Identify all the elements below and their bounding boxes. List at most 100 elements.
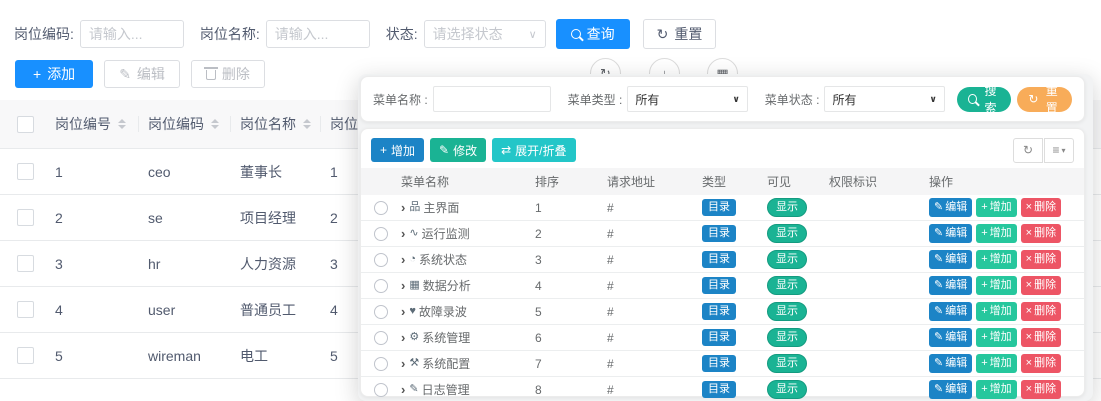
menu-name-cell: 日志管理 <box>422 381 470 398</box>
row-add-button[interactable]: + 增加 <box>976 198 1016 216</box>
config-icon: ⚒ <box>409 358 419 369</box>
menu-name-input[interactable] <box>433 86 551 112</box>
header-post-id[interactable]: 岗位编号 <box>45 100 138 148</box>
table-columns-button[interactable]: ≡ ▾ <box>1044 138 1074 163</box>
row-checkbox[interactable] <box>17 301 34 318</box>
row-radio[interactable] <box>374 331 388 345</box>
post-name-input[interactable] <box>266 20 370 48</box>
menu-table-row: › ∿ 运行监测 2 # 目录 显示 ✎ <box>361 221 1084 247</box>
tree-expand-icon[interactable]: › <box>401 357 405 370</box>
row-checkbox[interactable] <box>17 255 34 272</box>
search-button[interactable]: 查询 <box>556 19 630 49</box>
row-radio[interactable] <box>374 383 388 397</box>
menu-status-select[interactable]: 所有 ∨ <box>824 86 944 112</box>
menu-reset-button[interactable]: ↻ 重置 <box>1017 87 1072 112</box>
row-checkbox[interactable] <box>17 209 34 226</box>
row-add-button[interactable]: + 增加 <box>976 380 1016 398</box>
row-add-button[interactable]: + 增加 <box>976 354 1016 372</box>
row-edit-button[interactable]: ✎ 编辑 <box>929 380 972 398</box>
menu-type-select[interactable]: 所有 ∨ <box>627 86 747 112</box>
sort-icon[interactable] <box>211 119 219 129</box>
row-radio[interactable] <box>374 357 388 371</box>
url-cell: # <box>601 227 696 241</box>
post-name-cell: 项目经理 <box>230 208 320 228</box>
pencil-icon: ✎ <box>119 67 131 81</box>
tree-expand-icon[interactable]: › <box>401 305 405 318</box>
tree-expand-icon[interactable]: › <box>401 201 405 214</box>
edit-button[interactable]: ✎ 编辑 <box>104 60 180 88</box>
posts-action-bar: + 添加 ✎ 编辑 删除 <box>15 60 265 88</box>
row-edit-button[interactable]: ✎ 编辑 <box>929 302 972 320</box>
row-delete-button[interactable]: × 删除 <box>1021 354 1061 372</box>
order-cell: 6 <box>529 331 601 345</box>
row-edit-button[interactable]: ✎ 编辑 <box>929 224 972 242</box>
row-add-button[interactable]: + 增加 <box>976 276 1016 294</box>
add-button-label: 添加 <box>47 64 75 84</box>
sort-icon[interactable] <box>303 119 311 129</box>
row-edit-button[interactable]: ✎ 编辑 <box>929 328 972 346</box>
cross-icon: × <box>1026 304 1032 318</box>
status-select[interactable]: 请选择状态 ∨ <box>424 20 546 48</box>
row-checkbox[interactable] <box>17 347 34 364</box>
tree-expand-icon[interactable]: › <box>401 227 405 240</box>
row-add-button[interactable]: + 增加 <box>976 224 1016 242</box>
reset-button[interactable]: ↻ 重置 <box>643 19 717 49</box>
post-name-cell: 电工 <box>230 346 320 366</box>
menu-modify-button[interactable]: ✎ 修改 <box>430 138 486 162</box>
post-id-cell: 5 <box>45 348 138 364</box>
row-edit-button[interactable]: ✎ 编辑 <box>929 198 972 216</box>
type-badge: 目录 <box>702 303 736 320</box>
row-radio[interactable] <box>374 253 388 267</box>
row-delete-button[interactable]: × 删除 <box>1021 328 1061 346</box>
url-cell: # <box>601 331 696 345</box>
chevron-down-icon: ∨ <box>529 28 537 41</box>
row-radio[interactable] <box>374 305 388 319</box>
menu-table-row: › 品 主界面 1 # 目录 显示 ✎ <box>361 195 1084 221</box>
row-delete-button[interactable]: × 删除 <box>1021 302 1061 320</box>
plus-icon: + <box>981 278 987 292</box>
header-post-code[interactable]: 岗位编码 <box>138 100 230 148</box>
list-icon: ≡ <box>1052 143 1059 157</box>
row-add-button[interactable]: + 增加 <box>976 328 1016 346</box>
row-edit-button[interactable]: ✎ 编辑 <box>929 354 972 372</box>
menu-add-button[interactable]: + 增加 <box>371 138 424 162</box>
expand-collapse-label: 展开/折叠 <box>515 142 566 159</box>
tree-expand-icon[interactable]: › <box>401 331 405 344</box>
type-badge: 目录 <box>702 277 736 294</box>
tree-expand-icon[interactable]: › <box>401 279 405 292</box>
header-post-name[interactable]: 岗位名称 <box>230 100 320 148</box>
menu-search-button[interactable]: 搜索 <box>957 87 1012 112</box>
row-radio[interactable] <box>374 201 388 215</box>
pencil-icon: ✎ <box>934 252 943 266</box>
tree-expand-icon[interactable]: › <box>401 253 405 266</box>
row-edit-button[interactable]: ✎ 编辑 <box>929 250 972 268</box>
tree-expand-icon[interactable]: › <box>401 383 405 396</box>
row-add-button[interactable]: + 增加 <box>976 250 1016 268</box>
sort-icon[interactable] <box>118 119 126 129</box>
row-delete-button[interactable]: × 删除 <box>1021 276 1061 294</box>
status-icon: ◔ <box>409 254 416 265</box>
menu-table-row: › ⚙ 系统管理 6 # 目录 显示 ✎ <box>361 325 1084 351</box>
select-all-checkbox[interactable] <box>17 116 34 133</box>
post-code-input[interactable] <box>80 20 184 48</box>
post-code-cell: wireman <box>138 348 230 364</box>
post-code-cell: hr <box>138 256 230 272</box>
table-refresh-button[interactable]: ↻ <box>1013 138 1043 163</box>
expand-collapse-button[interactable]: ⇄ 展开/折叠 <box>492 138 575 162</box>
row-checkbox[interactable] <box>17 163 34 180</box>
plus-icon: + <box>981 356 987 370</box>
row-radio[interactable] <box>374 227 388 241</box>
row-add-button[interactable]: + 增加 <box>976 302 1016 320</box>
plus-icon: + <box>981 200 987 214</box>
row-edit-button[interactable]: ✎ 编辑 <box>929 276 972 294</box>
menu-table-card: + 增加 ✎ 修改 ⇄ 展开/折叠 ↻ ≡ ▾ <box>360 128 1085 397</box>
row-delete-button[interactable]: × 删除 <box>1021 250 1061 268</box>
row-delete-button[interactable]: × 删除 <box>1021 380 1061 398</box>
row-radio[interactable] <box>374 279 388 293</box>
add-button[interactable]: + 添加 <box>15 60 93 88</box>
delete-button[interactable]: 删除 <box>191 60 265 88</box>
chevron-down-icon: ∨ <box>732 94 739 105</box>
row-delete-button[interactable]: × 删除 <box>1021 224 1061 242</box>
row-delete-button[interactable]: × 删除 <box>1021 198 1061 216</box>
post-code-cell: ceo <box>138 164 230 180</box>
